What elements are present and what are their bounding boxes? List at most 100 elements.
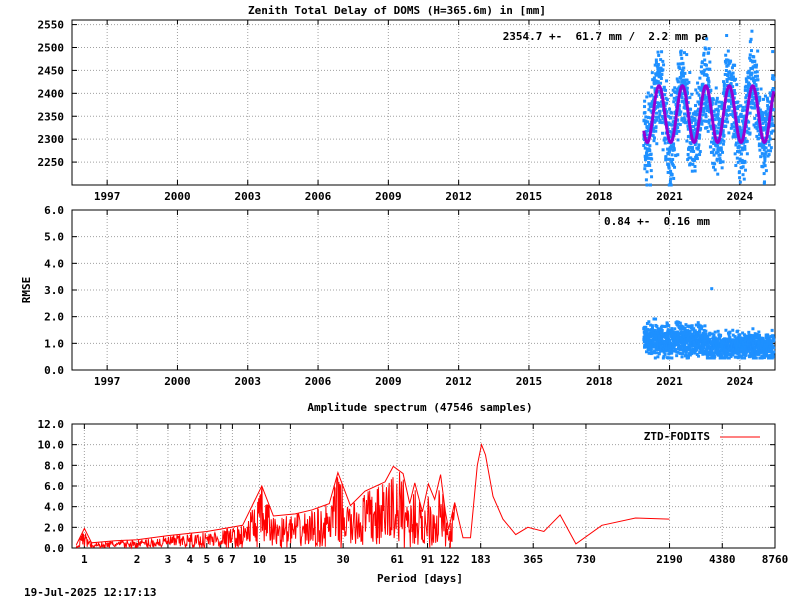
rmse-data-point <box>700 325 704 329</box>
ztd-data-point <box>645 183 649 187</box>
ztd-data-point <box>664 88 668 92</box>
ztd-data-point <box>645 95 649 99</box>
rmse-data-point <box>757 330 761 334</box>
ztd-data-point <box>688 71 692 75</box>
rmse-annotation: 0.84 +- 0.16 mm <box>604 215 710 228</box>
ztd-data-point <box>705 37 709 41</box>
ztd-data-point <box>659 76 663 80</box>
spectrum-y-tick-label: 10.0 <box>38 439 65 452</box>
ztd-data-point <box>689 142 693 146</box>
ztd-data-point <box>681 62 685 66</box>
ztd-data-point <box>724 124 728 128</box>
ztd-data-point <box>643 167 647 171</box>
ztd-data-point <box>769 146 773 150</box>
rmse-x-tick-label: 2021 <box>656 375 683 388</box>
spectrum-x-tick-label: 5 <box>203 553 210 566</box>
ztd-data-point <box>755 70 759 74</box>
ztd-data-point <box>725 34 729 38</box>
rmse-x-tick-label: 2000 <box>164 375 191 388</box>
ztd-data-point <box>694 88 698 92</box>
ztd-title: Zenith Total Delay of DOMS (H=365.6m) in… <box>248 4 546 17</box>
ztd-data-point <box>696 146 700 150</box>
ztd-data-point <box>753 59 757 63</box>
ztd-annotation: 2354.7 +- 61.7 mm / 2.2 mm pa <box>503 30 708 43</box>
ztd-data-point <box>716 112 720 116</box>
ztd-data-point <box>755 63 759 67</box>
rmse-x-tick-label: 2006 <box>305 375 332 388</box>
ztd-data-point <box>743 168 747 172</box>
spectrum-x-tick-label: 6 <box>217 553 224 566</box>
ztd-data-point <box>672 100 676 104</box>
ztd-data-point <box>767 140 771 144</box>
rmse-data-point <box>728 331 732 335</box>
ztd-data-point <box>656 50 660 54</box>
ztd-data-point <box>758 148 762 152</box>
ztd-data-point <box>648 144 652 148</box>
spectrum-x-tick-label: 30 <box>336 553 349 566</box>
rmse-data-point <box>754 356 758 360</box>
ztd-data-point <box>654 125 658 129</box>
ztd-data-point <box>748 131 752 135</box>
ztd-data-point <box>652 76 656 80</box>
ztd-data-point <box>660 50 664 54</box>
rmse-x-tick-label: 2003 <box>235 375 262 388</box>
spectrum-x-tick-label: 1 <box>81 553 88 566</box>
ztd-data-point <box>693 169 697 173</box>
ztd-data-point <box>694 104 698 108</box>
ztd-data-point <box>736 100 740 104</box>
ztd-data-point <box>725 117 729 121</box>
ztd-data-point <box>683 112 687 116</box>
rmse-data-point <box>690 324 694 328</box>
rmse-data-point <box>713 355 717 359</box>
rmse-data-point <box>660 328 664 332</box>
ztd-data-point <box>721 160 725 164</box>
ztd-data-point <box>735 83 739 87</box>
spectrum-x-tick-label: 10 <box>253 553 266 566</box>
ztd-data-point <box>701 113 705 117</box>
ztd-data-point <box>660 72 664 76</box>
ztd-data-point <box>769 149 773 153</box>
ztd-data-point <box>714 102 718 106</box>
ztd-data-point <box>679 110 683 114</box>
ztd-data-point <box>661 148 665 152</box>
spectrum-x-tick-label: 365 <box>523 553 543 566</box>
ztd-data-point <box>677 129 681 133</box>
ztd-data-point <box>689 107 693 111</box>
ztd-data-point <box>645 170 649 174</box>
rmse-data-point <box>757 333 761 337</box>
ztd-data-point <box>676 138 680 142</box>
ztd-data-point <box>705 73 709 77</box>
footer-timestamp: 19-Jul-2025 12:17:13 <box>24 586 156 599</box>
ztd-x-tick-label: 2003 <box>235 190 262 203</box>
ztd-data-point <box>691 146 695 150</box>
ztd-data-point <box>715 157 719 161</box>
ztd-data-point <box>759 87 763 91</box>
ztd-data-point <box>738 180 742 184</box>
ztd-data-point <box>758 98 762 102</box>
rmse-data-point <box>751 327 755 331</box>
ztd-data-point <box>665 79 669 83</box>
spectrum-y-tick-label: 0.0 <box>44 542 64 555</box>
ztd-x-tick-label: 2012 <box>445 190 472 203</box>
ztd-data-point <box>756 78 760 82</box>
ztd-data-point <box>661 59 665 63</box>
rmse-y-tick-label: 4.0 <box>44 257 64 270</box>
ztd-data-point <box>727 108 731 112</box>
ztd-data-point <box>726 120 730 124</box>
ztd-data-point <box>669 93 673 97</box>
rmse-x-tick-label: 2018 <box>586 375 613 388</box>
ztd-data-point <box>652 139 656 143</box>
ztd-data-point <box>697 143 701 147</box>
spectrum-legend-label: ZTD-FODITS <box>644 430 710 443</box>
ztd-data-point <box>737 144 741 148</box>
ztd-data-point <box>750 71 754 75</box>
ztd-data-point <box>646 156 650 160</box>
ztd-data-point <box>747 127 751 131</box>
ztd-data-point <box>741 165 745 169</box>
ztd-data-point <box>648 183 652 187</box>
rmse-x-tick-label: 2015 <box>516 375 543 388</box>
ztd-data-point <box>712 148 716 152</box>
ztd-data-point <box>711 98 715 102</box>
rmse-panel: 1997 2000 2003 2006 2009 2012 2015 2018 2021 2024… <box>44 204 776 388</box>
ztd-data-point <box>670 153 674 157</box>
